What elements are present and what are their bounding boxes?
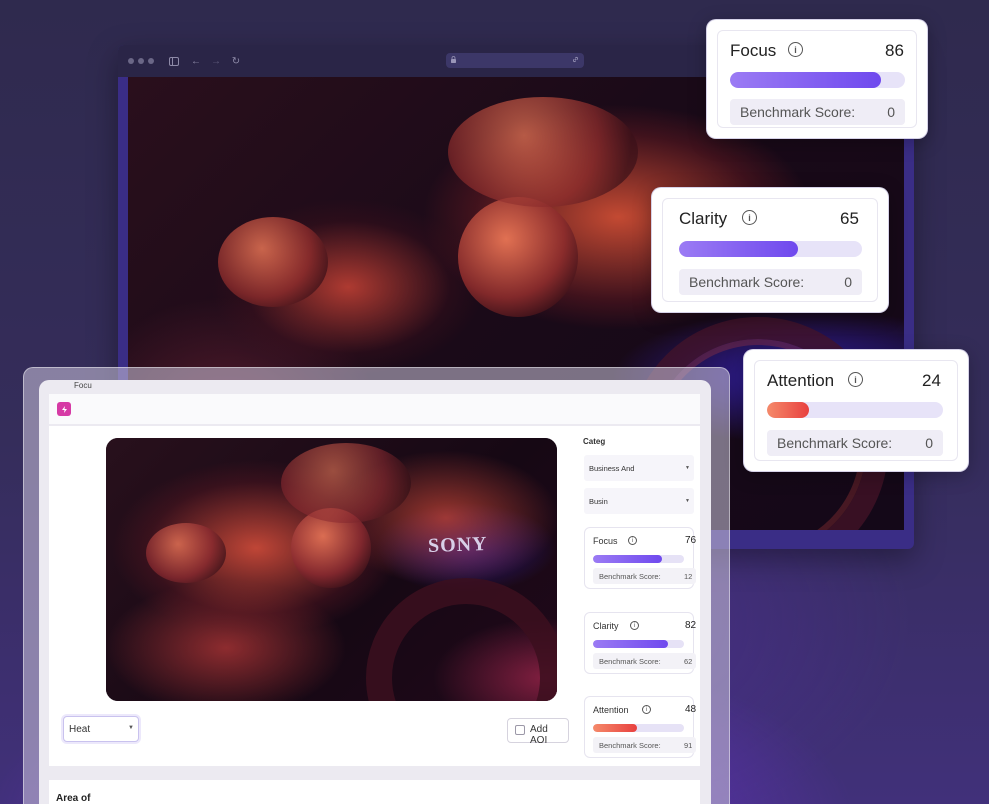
benchmark-row: Benchmark Score: 62 (593, 653, 696, 669)
metric-progress-fill (593, 724, 637, 732)
metric-card-focus: Focus i 76 Benchmark Score: 12 (584, 527, 697, 589)
window-close-dot[interactable] (128, 58, 134, 64)
benchmark-value: 62 (684, 656, 693, 666)
metric-card-attention: Attention i 48 Benchmark Score: 91 (584, 696, 697, 758)
add-aoi-checkbox[interactable] (515, 725, 525, 735)
info-icon[interactable]: i (848, 372, 863, 387)
benchmark-value: 12 (684, 571, 693, 581)
metric-progress-track (593, 555, 684, 563)
score-card-title: Focus (730, 41, 777, 60)
analysis-panel: SONY Heat ▼ Add AOI Categ Business And ▼… (49, 426, 700, 766)
areas-of-interest-panel: Area of (49, 780, 700, 804)
score-card-value: 86 (885, 41, 904, 60)
score-progress-fill (767, 402, 810, 418)
heatmap-select[interactable]: Heat ▼ (63, 716, 139, 742)
camera-lens (366, 578, 557, 701)
score-progress-track (767, 402, 943, 418)
metric-title: Focus (593, 536, 618, 546)
subcategory-select-value: Busin (589, 496, 608, 506)
metrics-sidebar: Categ Business And ▼ Busin ▼ Focus i 76 … (583, 426, 700, 766)
window-maximize-dot[interactable] (148, 58, 154, 64)
metric-progress-track (593, 724, 684, 732)
metric-card-clarity: Clarity i 82 Benchmark Score: 62 (584, 612, 697, 674)
benchmark-row: Benchmark Score: 0 (730, 99, 905, 125)
benchmark-label: Benchmark Score: (599, 740, 661, 750)
score-progress-fill (730, 72, 881, 88)
camera-dial (218, 217, 328, 307)
benchmark-value: 0 (844, 274, 852, 290)
metric-title: Clarity (593, 621, 619, 631)
subcategory-select[interactable]: Busin ▼ (584, 488, 694, 514)
score-card-focus: Focus i 86 Benchmark Score: 0 (706, 19, 928, 139)
address-bar[interactable] (446, 53, 584, 68)
metric-score: 82 (685, 620, 697, 631)
category-label: Categ (583, 437, 606, 446)
add-aoi-button[interactable]: Add AOI (507, 718, 569, 746)
benchmark-row: Benchmark Score: 12 (593, 568, 696, 584)
metric-score: 48 (685, 704, 697, 715)
camera-photo (106, 438, 557, 701)
category-select[interactable]: Business And ▼ (584, 455, 694, 481)
score-card-title: Attention (767, 371, 835, 390)
metric-score: 76 (685, 535, 697, 546)
camera-brand-text: SONY (427, 532, 488, 558)
sidebar-toggle-icon[interactable] (168, 55, 180, 67)
camera-dial (281, 443, 411, 523)
camera-dial (458, 197, 578, 317)
link-icon[interactable] (572, 56, 579, 65)
score-progress-track (730, 72, 905, 88)
benchmark-value: 91 (684, 740, 693, 750)
app-window-title: Focu (74, 381, 92, 390)
chevron-down-icon: ▼ (685, 498, 690, 504)
areas-of-interest-title: Area of (56, 793, 91, 804)
window-minimize-dot[interactable] (138, 58, 144, 64)
score-card-value: 65 (840, 209, 859, 228)
info-icon[interactable]: i (630, 621, 639, 630)
chevron-down-icon: ▼ (685, 465, 690, 471)
app-toolbar (49, 394, 700, 424)
score-progress-fill (679, 241, 798, 257)
benchmark-row: Benchmark Score: 91 (593, 737, 696, 753)
metric-progress-track (593, 640, 684, 648)
score-card-clarity: Clarity i 65 Benchmark Score: 0 (651, 187, 889, 313)
chevron-down-icon: ▼ (128, 725, 134, 731)
app-window: Focu SONY Heat ▼ Add AOI Categ Business … (39, 380, 711, 804)
info-icon[interactable]: i (742, 210, 757, 225)
score-progress-track (679, 241, 862, 257)
image-preview: SONY (106, 438, 557, 701)
info-icon[interactable]: i (642, 705, 651, 714)
score-card-value: 24 (922, 371, 941, 390)
benchmark-label: Benchmark Score: (599, 656, 661, 666)
back-arrow-icon[interactable]: ← (190, 55, 202, 67)
info-icon[interactable]: i (788, 42, 803, 57)
forward-arrow-icon[interactable]: → (210, 55, 222, 67)
camera-dial (448, 97, 638, 207)
benchmark-label: Benchmark Score: (689, 274, 805, 290)
lock-icon (451, 56, 456, 65)
camera-dial (146, 523, 226, 583)
metric-progress-fill (593, 640, 668, 648)
benchmark-value: 0 (887, 104, 895, 120)
metric-progress-fill (593, 555, 663, 563)
category-select-value: Business And (589, 463, 635, 473)
reload-icon[interactable]: ↻ (230, 55, 242, 67)
heatmap-select-value: Heat (69, 723, 91, 735)
app-logo-icon[interactable] (57, 402, 71, 416)
add-aoi-label: Add AOI (530, 724, 548, 746)
benchmark-row: Benchmark Score: 0 (767, 430, 943, 456)
benchmark-label: Benchmark Score: (740, 104, 856, 120)
benchmark-label: Benchmark Score: (777, 435, 893, 451)
score-card-title: Clarity (679, 209, 728, 228)
metric-title: Attention (593, 705, 629, 715)
score-card-attention: Attention i 24 Benchmark Score: 0 (743, 349, 969, 472)
benchmark-row: Benchmark Score: 0 (679, 269, 862, 295)
benchmark-value: 0 (925, 435, 933, 451)
info-icon[interactable]: i (628, 536, 637, 545)
benchmark-label: Benchmark Score: (599, 571, 661, 581)
